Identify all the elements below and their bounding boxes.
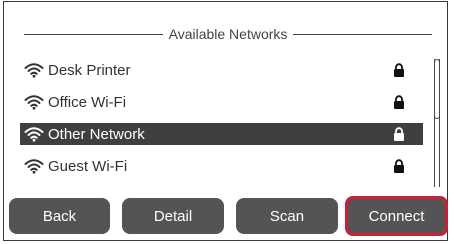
wifi-icon: [24, 63, 44, 78]
page-title: Available Networks: [168, 26, 288, 42]
header-rule-right: [293, 33, 433, 35]
network-screen: Available Networks Desk Printer Office W…: [3, 1, 448, 241]
lock-icon: [394, 95, 404, 109]
network-name: Other Network: [48, 125, 145, 143]
wifi-icon: [24, 95, 44, 110]
network-item-desk-printer[interactable]: Desk Printer: [20, 59, 423, 81]
connect-button[interactable]: Connect: [345, 196, 448, 236]
detail-button[interactable]: Detail: [122, 198, 224, 234]
header: Available Networks: [24, 22, 433, 46]
lock-icon: [394, 127, 404, 141]
scan-button[interactable]: Scan: [236, 198, 338, 234]
back-button[interactable]: Back: [9, 198, 110, 234]
lock-icon: [394, 63, 404, 77]
network-item-other-network[interactable]: Other Network: [20, 123, 423, 145]
network-name: Guest Wi-Fi: [48, 157, 128, 175]
network-item-office-wifi[interactable]: Office Wi-Fi: [20, 91, 423, 113]
header-rule-left: [24, 33, 163, 35]
network-name: Desk Printer: [48, 61, 131, 79]
lock-icon: [394, 159, 404, 173]
wifi-icon: [24, 159, 44, 174]
scrollbar-thumb[interactable]: [434, 59, 440, 119]
network-list: Desk Printer Office Wi-Fi Other Network …: [20, 59, 423, 187]
network-list-scrollbar[interactable]: [432, 59, 442, 187]
network-name: Office Wi-Fi: [48, 93, 127, 111]
wifi-icon: [24, 127, 44, 142]
network-item-guest-wifi[interactable]: Guest Wi-Fi: [20, 155, 423, 177]
